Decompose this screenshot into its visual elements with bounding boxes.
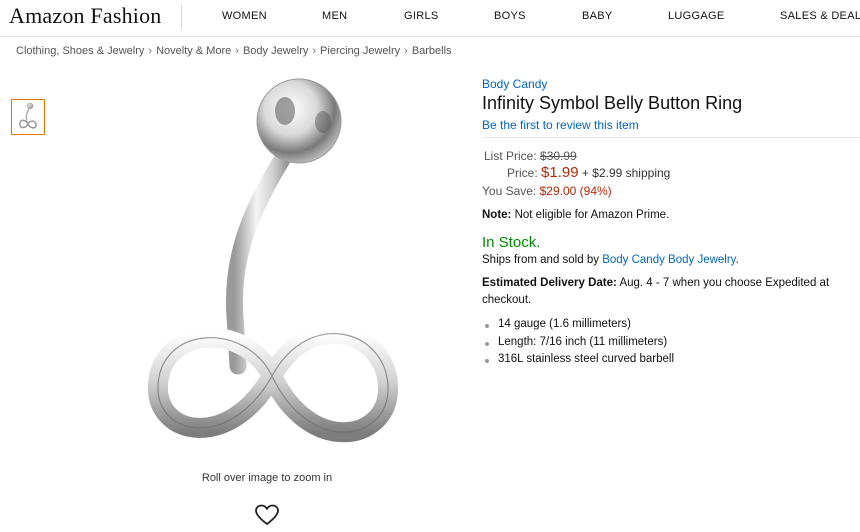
stock-status: In Stock. <box>482 234 541 251</box>
nav-baby[interactable]: BABY <box>582 10 613 22</box>
seller-link[interactable]: Body Candy Body Jewelry <box>602 254 735 266</box>
list-price-label: List Price: <box>484 149 537 163</box>
thumbnail-jewelry-image <box>19 102 37 129</box>
list-price-value: $30.99 <box>540 149 577 163</box>
write-review-link[interactable]: Be the first to review this item <box>482 118 639 132</box>
feature-bullet: 316L stainless steel curved barbell <box>482 353 674 371</box>
product-title: Infinity Symbol Belly Button Ring <box>482 93 743 113</box>
savings-label: You Save: <box>482 184 537 198</box>
nav-luggage[interactable]: LUGGAGE <box>668 10 725 22</box>
nav-girls[interactable]: GIRLS <box>404 10 439 22</box>
breadcrumb-separator: › <box>404 45 408 57</box>
feature-bullet: 14 gauge (1.6 millimeters) <box>482 318 674 336</box>
breadcrumb-barbells[interactable]: Barbells <box>412 45 452 57</box>
ships-from-sold-by: Ships from and sold by Body Candy Body J… <box>482 254 739 266</box>
top-navigation-bar: Amazon Fashion WOMEN MEN GIRLS BOYS BABY… <box>0 0 860 37</box>
prime-note: Note: Not eligible for Amazon Prime. <box>482 209 669 221</box>
price-value: $1.99 <box>541 164 579 181</box>
ships-prefix: Ships from and sold by <box>482 254 599 266</box>
feature-bullet: Length: 7/16 inch (11 millimeters) <box>482 336 674 354</box>
feature-bullets: 14 gauge (1.6 millimeters) Length: 7/16 … <box>482 318 674 371</box>
amazon-fashion-logo[interactable]: Amazon Fashion <box>9 3 162 29</box>
breadcrumb-clothing-shoes-jewelry[interactable]: Clothing, Shoes & Jewelry <box>16 45 144 57</box>
section-divider <box>482 137 860 138</box>
note-label: Note: <box>482 209 512 221</box>
belly-button-ring-image <box>148 78 399 443</box>
heart-icon[interactable] <box>254 503 280 527</box>
product-thumbnail[interactable] <box>11 99 45 135</box>
nav-boys[interactable]: BOYS <box>494 10 526 22</box>
list-price-row: List Price: $30.99 <box>484 149 577 163</box>
nav-men[interactable]: MEN <box>322 10 347 22</box>
breadcrumb-separator: › <box>312 45 317 57</box>
price-label: Price: <box>507 166 538 180</box>
breadcrumb-separator: › <box>235 45 239 57</box>
breadcrumb-novelty-more[interactable]: Novelty & More <box>156 45 231 57</box>
delivery-label: Estimated Delivery Date: <box>482 277 617 289</box>
savings-row: You Save: $29.00 (94%) <box>482 184 612 198</box>
breadcrumb-body-jewelry[interactable]: Body Jewelry <box>243 45 308 57</box>
note-text: Not eligible for Amazon Prime. <box>514 209 670 221</box>
ships-suffix: . <box>735 254 739 266</box>
logo-divider <box>181 4 182 30</box>
shipping-cost: + $2.99 shipping <box>581 166 671 180</box>
estimated-delivery: Estimated Delivery Date: Aug. 4 - 7 when… <box>482 275 854 309</box>
breadcrumb-piercing-jewelry[interactable]: Piercing Jewelry <box>320 45 400 57</box>
breadcrumb: Clothing, Shoes & Jewelry › Novelty & More… <box>16 45 452 57</box>
brand-link[interactable]: Body Candy <box>482 77 547 91</box>
breadcrumb-separator: › <box>148 45 153 57</box>
main-product-image[interactable] <box>130 76 410 466</box>
nav-women[interactable]: WOMEN <box>222 10 267 22</box>
savings-value: $29.00 (94%) <box>539 184 612 198</box>
price-row: Price: $1.99 + $2.99 shipping <box>507 164 670 181</box>
zoom-hint: Roll over image to zoom in <box>201 472 333 484</box>
nav-sales-and-deals[interactable]: SALES & DEALS <box>780 10 860 22</box>
